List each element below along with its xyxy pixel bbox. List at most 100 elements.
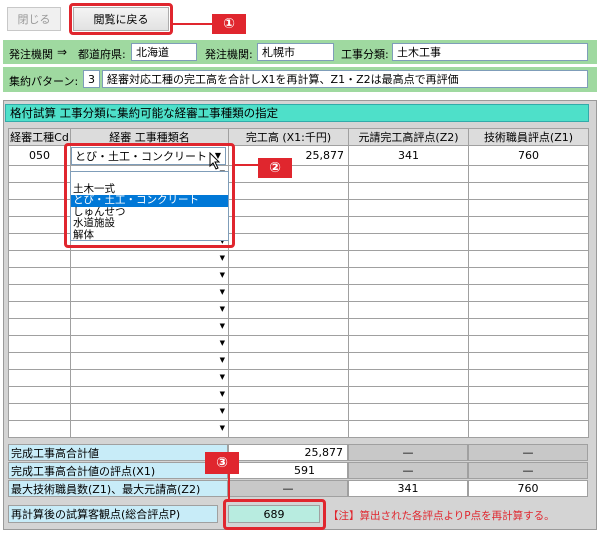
grid-cell — [228, 386, 349, 404]
row1-code: 050 — [8, 145, 71, 166]
callout-badge-1: ① — [212, 14, 246, 34]
max-z1: 760 — [468, 480, 588, 497]
grid-cell — [348, 301, 469, 319]
table-row: ▼ — [8, 420, 589, 438]
max-label: 最大技術職員数(Z1)、最大元請高(Z2) — [8, 480, 228, 497]
prefecture-field: 北海道 — [131, 43, 197, 61]
orderer-label: 発注機関 — [9, 48, 53, 61]
summary-row-score: 完成工事高合計値の評点(X1) 591 — — — [8, 462, 588, 479]
chevron-down-icon[interactable]: ▼ — [220, 424, 225, 432]
grid-cell — [228, 284, 349, 302]
grid-cell — [348, 233, 469, 251]
grid-cell — [468, 318, 589, 336]
max-z2: 341 — [348, 480, 468, 497]
callout-line-2 — [234, 164, 260, 166]
grid-cell — [468, 301, 589, 319]
chevron-down-icon[interactable]: ▼ — [220, 288, 225, 296]
grid-cell — [468, 165, 589, 183]
grid-cell — [228, 250, 349, 268]
grid-cell — [8, 318, 71, 336]
grid-cell — [348, 199, 469, 217]
table-row: ▼ — [8, 250, 589, 268]
grid-cell — [348, 352, 469, 370]
grid-cell — [8, 386, 71, 404]
close-button[interactable]: 閉じる — [7, 7, 61, 31]
work-type-select-cell[interactable]: ▼ — [70, 369, 229, 387]
grid-cell — [348, 216, 469, 234]
grid-cell — [8, 233, 71, 251]
panel-title: 格付試算 工事分類に集約可能な経審工事種類の指定 — [5, 104, 589, 122]
grid-cell — [8, 199, 71, 217]
grid-cell — [468, 386, 589, 404]
work-type-select-cell[interactable]: ▼ — [70, 301, 229, 319]
grid-cell — [468, 335, 589, 353]
grid-cell — [8, 352, 71, 370]
category-field: 土木工事 — [392, 43, 588, 61]
chevron-down-icon[interactable]: ▼ — [220, 373, 225, 381]
work-type-select-cell[interactable]: ▼ — [70, 250, 229, 268]
prefecture-label: 都道府県: — [78, 48, 126, 61]
chevron-down-icon[interactable]: ▼ — [220, 390, 225, 398]
grid-cell — [468, 250, 589, 268]
grid-cell — [228, 352, 349, 370]
grid-cell — [468, 369, 589, 387]
chevron-down-icon[interactable]: ▼ — [220, 339, 225, 347]
grid-cell — [468, 420, 589, 438]
chevron-down-icon[interactable]: ▼ — [220, 305, 225, 313]
grid-cell — [8, 267, 71, 285]
highlight-box-3 — [223, 499, 326, 530]
grid-cell — [8, 420, 71, 438]
orderer2-label: 発注機関: — [205, 48, 253, 61]
total-value: 25,877 — [228, 444, 348, 461]
table-row: ▼ — [8, 386, 589, 404]
table-row: ▼ — [8, 284, 589, 302]
grid-cell — [348, 386, 469, 404]
callout-line-3 — [228, 474, 230, 500]
work-type-select-cell[interactable]: ▼ — [70, 403, 229, 421]
chevron-down-icon[interactable]: ▼ — [220, 254, 225, 262]
grid-cell — [228, 318, 349, 336]
work-type-select-cell[interactable]: ▼ — [70, 267, 229, 285]
work-type-select-cell[interactable]: ▼ — [70, 420, 229, 438]
table-row: ▼ — [8, 318, 589, 336]
column-header-code: 経審工種Cd — [8, 128, 71, 146]
summary-row-max: 最大技術職員数(Z1)、最大元請高(Z2) — 341 760 — [8, 480, 588, 497]
grid-cell — [468, 199, 589, 217]
grid-cell — [468, 216, 589, 234]
grid-cell — [468, 233, 589, 251]
grid-cell — [468, 284, 589, 302]
work-type-select-cell[interactable]: ▼ — [70, 318, 229, 336]
column-header-z2: 元請完工高評点(Z2) — [348, 128, 469, 146]
work-type-select-cell[interactable]: ▼ — [70, 386, 229, 404]
work-type-select-cell[interactable]: ▼ — [70, 335, 229, 353]
work-type-select-cell[interactable]: ▼ — [70, 284, 229, 302]
grid-cell — [8, 182, 71, 200]
grid-cell — [228, 199, 349, 217]
chevron-down-icon[interactable]: ▼ — [220, 356, 225, 364]
pattern-label: 集約パターン: — [9, 75, 79, 88]
max-dash: — — [228, 480, 348, 497]
chevron-down-icon[interactable]: ▼ — [220, 407, 225, 415]
chevron-down-icon[interactable]: ▼ — [220, 271, 225, 279]
table-row: ▼ — [8, 335, 589, 353]
grid-cell — [228, 403, 349, 421]
grid-cell — [228, 301, 349, 319]
table-row: ▼ — [8, 267, 589, 285]
work-type-select-cell[interactable]: ▼ — [70, 352, 229, 370]
grid-cell — [8, 284, 71, 302]
grid-cell — [348, 369, 469, 387]
table-row: ▼ — [8, 352, 589, 370]
table-row: ▼ — [8, 301, 589, 319]
highlight-box-1 — [69, 3, 173, 35]
score-label: 完成工事高合計値の評点(X1) — [8, 462, 228, 479]
grid-cell — [228, 182, 349, 200]
grid-cell — [8, 301, 71, 319]
score-dash-z2: — — [348, 462, 468, 479]
chevron-down-icon[interactable]: ▼ — [220, 322, 225, 330]
callout-badge-3: ③ — [205, 452, 239, 474]
orderer2-field: 札幌市 — [257, 43, 334, 61]
pattern-description-field: 経審対応工種の完工高を合計しX1を再計算、Z1・Z2は最高点で再評価 — [102, 70, 588, 88]
grid-cell — [468, 267, 589, 285]
grid-cell — [348, 403, 469, 421]
total-label: 完成工事高合計値 — [8, 444, 228, 461]
